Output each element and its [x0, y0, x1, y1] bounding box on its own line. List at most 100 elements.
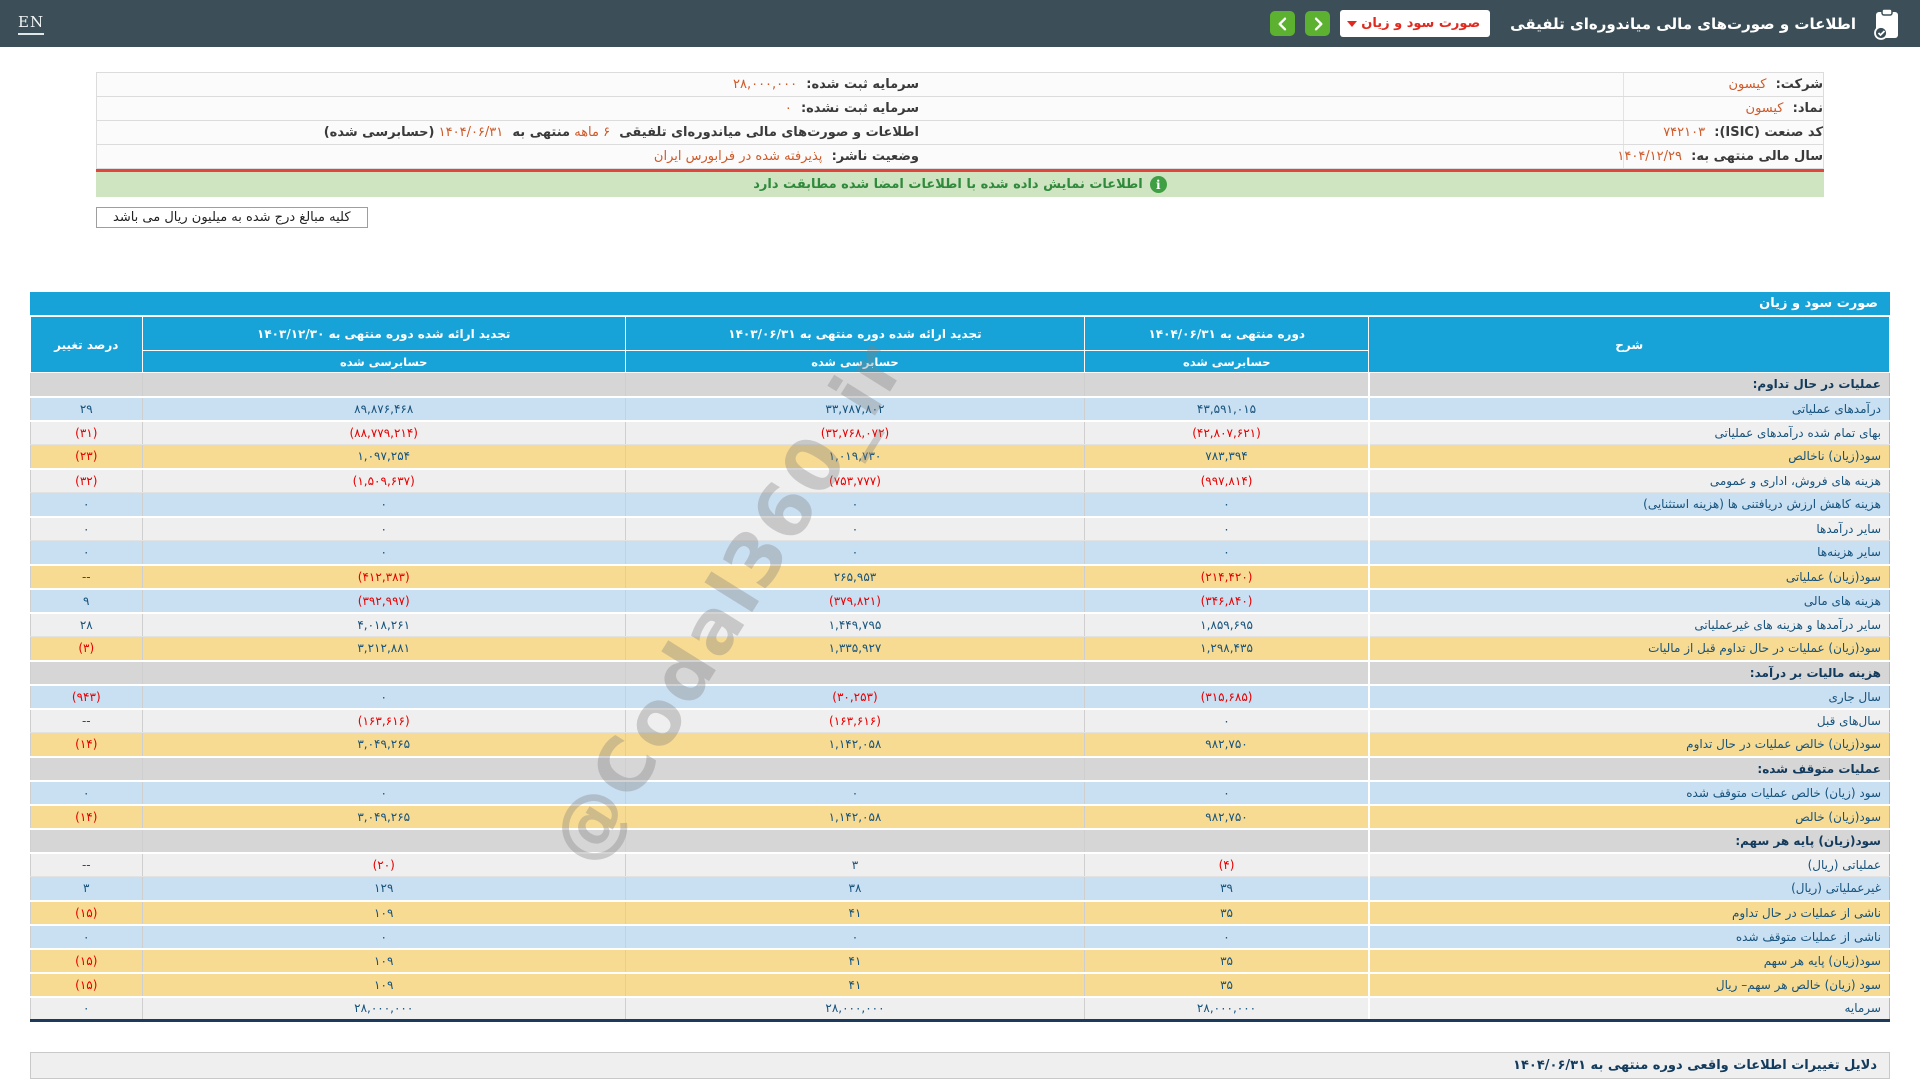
change-pct-cell: (۱۴): [31, 805, 143, 829]
nav-prev-button[interactable]: [1270, 11, 1295, 36]
value-cell: ۲۸,۰۰۰,۰۰۰: [625, 997, 1084, 1021]
col-header-description: شرح: [1369, 317, 1890, 373]
value-cell: [1085, 829, 1369, 853]
industry-code-label: کد صنعت (ISIC):: [1714, 125, 1823, 140]
statement-dropdown[interactable]: صورت سود و زیان: [1340, 10, 1490, 37]
section-row: هزینه مالیات بر درآمد:: [31, 661, 1890, 685]
issuer-status-label: وضعیت ناشر:: [832, 149, 919, 164]
row-label: سود(زیان) ناخالص: [1369, 445, 1890, 469]
change-pct-cell: (۱۴): [31, 733, 143, 757]
symbol-value: کیسون: [1746, 101, 1784, 116]
value-cell: (۳۲,۷۶۸,۰۷۲): [625, 421, 1084, 445]
value-cell: ۱,۰۹۷,۲۵۴: [142, 445, 625, 469]
income-statement-section: صورت سود و زیان شرح دوره منتهی به ۱۴۰۴/۰…: [30, 292, 1890, 1022]
change-pct-cell: ۰: [31, 493, 143, 517]
value-cell: ۰: [1085, 925, 1369, 949]
col-header-period-current: دوره منتهی به ۱۴۰۴/۰۶/۳۱: [1085, 317, 1369, 351]
row-label: سرمایه: [1369, 997, 1890, 1021]
value-cell: ۰: [625, 781, 1084, 805]
value-cell: ۰: [142, 541, 625, 565]
chevron-left-icon: [1275, 16, 1291, 32]
info-icon: i: [1150, 176, 1167, 193]
value-cell: ۰: [1085, 493, 1369, 517]
report-period-text: ۶ ماهه: [574, 125, 610, 140]
value-cell: ۱,۴۴۹,۷۹۵: [625, 613, 1084, 637]
subheader-audited: حسابرسی شده: [142, 351, 625, 373]
subheader-audited: حسابرسی شده: [1085, 351, 1369, 373]
company-label: شرکت:: [1776, 77, 1823, 92]
table-row: سال‌های قبل۰(۱۶۳,۶۱۶)(۱۶۳,۶۱۶)--: [31, 709, 1890, 733]
change-pct-cell: (۲۳): [31, 445, 143, 469]
symbol-label: نماد:: [1793, 101, 1823, 116]
table-row: بهای تمام شده درآمدهای عملیاتی(۴۲,۸۰۷,۶۲…: [31, 421, 1890, 445]
value-cell: ۱۲۹: [142, 877, 625, 901]
nav-next-button[interactable]: [1305, 11, 1330, 36]
value-cell: (۳۱۵,۶۸۵): [1085, 685, 1369, 709]
value-cell: (۳۴۶,۸۴۰): [1085, 589, 1369, 613]
section-row: عملیات متوقف شده:: [31, 757, 1890, 781]
section-row: سود(زیان) پایه هر سهم:: [31, 829, 1890, 853]
value-cell: ۰: [625, 541, 1084, 565]
value-cell: ۳,۲۱۲,۸۸۱: [142, 637, 625, 661]
row-label: درآمدهای عملیاتی: [1369, 397, 1890, 421]
value-cell: ۲۸,۰۰۰,۰۰۰: [1085, 997, 1369, 1021]
row-label: سود(زیان) خالص: [1369, 805, 1890, 829]
report-title-text: اطلاعات و صورت‌های مالی میاندوره‌ای تلفی…: [619, 125, 919, 140]
fiscal-year-label: سال مالی منتهی به:: [1691, 149, 1823, 164]
info-row: نماد: کیسون سرمایه ثبت نشده: ۰: [97, 97, 1823, 121]
table-row: هزینه های مالی(۳۴۶,۸۴۰)(۳۷۹,۸۲۱)(۳۹۲,۹۹۷…: [31, 589, 1890, 613]
value-cell: ۴۳,۵۹۱,۰۱۵: [1085, 397, 1369, 421]
value-cell: (۲۱۴,۴۲۰): [1085, 565, 1369, 589]
value-cell: ۱,۰۱۹,۷۳۰: [625, 445, 1084, 469]
change-pct-cell: (۳۲): [31, 469, 143, 493]
value-cell: ۳۹: [1085, 877, 1369, 901]
info-row: شرکت: کیسون سرمایه ثبت شده: ۲۸,۰۰۰,۰۰۰: [97, 73, 1823, 97]
table-row: هزینه های فروش، اداری و عمومی(۹۹۷,۸۱۴)(۷…: [31, 469, 1890, 493]
change-pct-cell: (۱۵): [31, 973, 143, 997]
value-cell: ۰: [142, 517, 625, 541]
language-toggle[interactable]: EN: [18, 13, 44, 35]
row-label: سال‌های قبل: [1369, 709, 1890, 733]
change-pct-cell: --: [31, 853, 143, 877]
change-pct-cell: ۲۹: [31, 397, 143, 421]
change-pct-cell: (۳): [31, 637, 143, 661]
table-row: سایر درآمدها و هزینه های غیرعملیاتی۱,۸۵۹…: [31, 613, 1890, 637]
value-cell: [625, 829, 1084, 853]
clipboard-check-icon: [1872, 8, 1902, 40]
value-cell: ۱,۸۵۹,۶۹۵: [1085, 613, 1369, 637]
value-cell: ۱۰۹: [142, 949, 625, 973]
change-pct-cell: ۹: [31, 589, 143, 613]
topbar: اطلاعات و صورت‌های مالی میاندوره‌ای تلفی…: [0, 0, 1920, 47]
value-cell: (۱۶۳,۶۱۶): [625, 709, 1084, 733]
registered-capital-value: ۲۸,۰۰۰,۰۰۰: [733, 77, 797, 92]
row-label: سود(زیان) پایه هر سهم: [1369, 949, 1890, 973]
change-pct-cell: --: [31, 709, 143, 733]
value-cell: (۱,۵۰۹,۶۳۷): [142, 469, 625, 493]
col-header-period-restated-mid: تجدید ارائه شده دوره منتهی به ۱۴۰۳/۰۶/۳۱: [625, 317, 1084, 351]
value-cell: ۱۰۹: [142, 973, 625, 997]
reasons-bar: دلایل تغییرات اطلاعات واقعی دوره منتهی ب…: [30, 1052, 1890, 1079]
table-row: سود(زیان) عملیاتی(۲۱۴,۴۲۰)۲۶۵,۹۵۳(۴۱۲,۳۸…: [31, 565, 1890, 589]
value-cell: (۴): [1085, 853, 1369, 877]
chevron-right-icon: [1310, 16, 1326, 32]
value-cell: (۸۸,۷۷۹,۲۱۴): [142, 421, 625, 445]
change-pct-cell: [31, 373, 143, 397]
change-pct-cell: ۰: [31, 541, 143, 565]
value-cell: ۰: [142, 685, 625, 709]
value-cell: [1085, 757, 1369, 781]
units-note: کلیه مبالغ درج شده به میلیون ریال می باش…: [96, 207, 368, 228]
change-pct-cell: (۹۴۳): [31, 685, 143, 709]
row-label: هزینه مالیات بر درآمد:: [1369, 661, 1890, 685]
value-cell: ۳: [625, 853, 1084, 877]
row-label: عملیاتی (ریال): [1369, 853, 1890, 877]
table-row: ناشی از عملیات در حال تداوم۳۵۴۱۱۰۹(۱۵): [31, 901, 1890, 925]
value-cell: [625, 757, 1084, 781]
value-cell: ۰: [625, 517, 1084, 541]
table-row: سود (زیان) خالص عملیات متوقف شده۰۰۰۰: [31, 781, 1890, 805]
value-cell: ۱,۲۹۸,۴۳۵: [1085, 637, 1369, 661]
row-label: هزینه کاهش ارزش دریافتنی ها (هزینه استثن…: [1369, 493, 1890, 517]
value-cell: (۴۲,۸۰۷,۶۲۱): [1085, 421, 1369, 445]
row-label: عملیات متوقف شده:: [1369, 757, 1890, 781]
industry-code-value: ۷۴۲۱۰۳: [1663, 125, 1705, 140]
change-pct-cell: ۳: [31, 877, 143, 901]
